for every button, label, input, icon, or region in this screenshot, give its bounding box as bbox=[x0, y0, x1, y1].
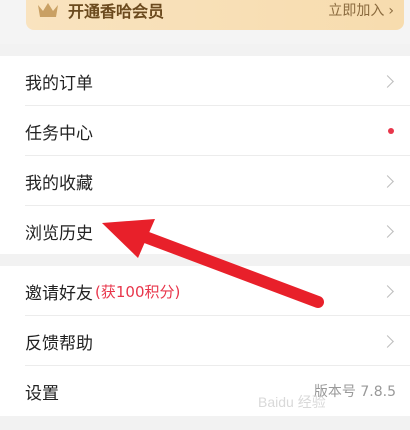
menu-item-feedback[interactable]: 反馈帮助 bbox=[0, 316, 410, 366]
watermark-logo: Baidu 经验 bbox=[258, 394, 326, 410]
vip-title: 开通香哈会员 bbox=[68, 2, 165, 21]
menu-item-tasks[interactable]: 任务中心 bbox=[0, 106, 410, 156]
vip-join-button[interactable]: 立即加入 › bbox=[328, 0, 394, 20]
version-text: 版本号 7.8.5 bbox=[313, 384, 396, 400]
crown-icon bbox=[38, 3, 58, 17]
notification-dot bbox=[388, 128, 394, 134]
menu-item-invite[interactable]: 邀请好友 (获100积分) bbox=[0, 266, 410, 316]
menu-item-settings[interactable]: 设置 版本号 7.8.5 bbox=[0, 366, 410, 416]
menu-item-label: 任务中心 bbox=[25, 123, 93, 144]
chevron-right-icon bbox=[381, 284, 394, 298]
menu-group-secondary: 邀请好友 (获100积分) 反馈帮助 设置 版本号 7.8.5 bbox=[0, 266, 410, 416]
menu-item-orders[interactable]: 我的订单 bbox=[0, 56, 410, 106]
chevron-right-icon bbox=[381, 224, 394, 238]
invite-reward-text: (获100积分) bbox=[95, 282, 181, 301]
menu-item-favorites[interactable]: 我的收藏 bbox=[0, 156, 410, 206]
menu-item-label: 设置 bbox=[25, 383, 59, 404]
menu-item-label: 我的收藏 bbox=[25, 173, 93, 194]
menu-item-label: 邀请好友 bbox=[25, 283, 93, 304]
menu-item-history[interactable]: 浏览历史 bbox=[0, 206, 410, 256]
menu-item-label: 浏览历史 bbox=[25, 223, 93, 244]
chevron-right-icon bbox=[381, 334, 394, 348]
menu-item-label: 反馈帮助 bbox=[25, 333, 93, 354]
chevron-right-icon bbox=[381, 74, 394, 88]
menu-item-label: 我的订单 bbox=[25, 73, 93, 94]
vip-banner[interactable]: 开通香哈会员 立即加入 › bbox=[26, 0, 404, 30]
vip-strip: 开通香哈会员 立即加入 › bbox=[0, 0, 410, 44]
bottom-spacer bbox=[0, 420, 410, 430]
chevron-right-icon: › bbox=[388, 3, 394, 19]
chevron-right-icon bbox=[381, 174, 394, 188]
menu-group-main: 我的订单 任务中心 我的收藏 浏览历史 bbox=[0, 56, 410, 254]
vip-join-label: 立即加入 bbox=[328, 3, 385, 19]
